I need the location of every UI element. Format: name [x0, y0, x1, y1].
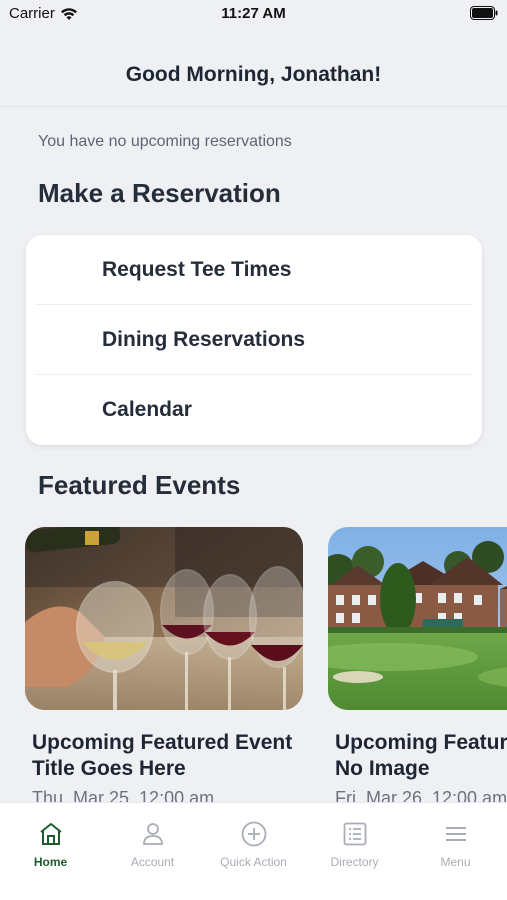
home-icon	[40, 823, 62, 845]
dining-reservations-button[interactable]: Dining Reservations	[35, 305, 473, 375]
no-reservations-text: You have no upcoming reservations	[38, 133, 292, 150]
wine-glasses-image	[25, 527, 303, 710]
event-title: Upcoming Featured Event Title Goes Here	[32, 730, 322, 782]
plus-circle-icon	[241, 821, 267, 847]
list-icon	[343, 822, 367, 846]
tab-label: Menu	[440, 855, 471, 869]
featured-events-heading: Featured Events	[38, 470, 241, 500]
event-title-line-2: Title Goes Here	[32, 757, 186, 780]
event-title: Upcoming Featured Event No Image	[335, 730, 507, 782]
hamburger-icon	[446, 827, 466, 841]
tab-quick-action[interactable]: Quick Action	[203, 803, 304, 883]
person-icon	[143, 823, 163, 845]
tab-directory[interactable]: Directory	[304, 803, 405, 883]
header: Good Morning, Jonathan!	[0, 30, 507, 107]
calendar-button[interactable]: Calendar	[35, 375, 473, 445]
featured-event-card[interactable]: Upcoming Featured Event No Image Fri, Ma…	[328, 527, 507, 808]
reservation-options-card: Request Tee Times Dining Reservations Ca…	[26, 235, 482, 445]
greeting-title: Good Morning, Jonathan!	[125, 63, 382, 86]
tab-bar: Home Account Quick Action Directory Menu	[0, 802, 507, 900]
battery-icon	[470, 6, 498, 20]
featured-event-card[interactable]: Upcoming Featured Event Title Goes Here …	[25, 527, 303, 808]
tab-label: Quick Action	[220, 855, 287, 869]
tab-label: Account	[130, 855, 175, 869]
tab-label: Directory	[330, 855, 379, 869]
request-tee-times-button[interactable]: Request Tee Times	[35, 235, 473, 305]
clubhouse-golf-course-image	[328, 527, 507, 710]
clock: 11:27 AM	[221, 5, 286, 22]
status-bar: Carrier 11:27 AM	[0, 0, 507, 30]
event-title-line-1: Upcoming Featured Event	[335, 731, 507, 754]
tab-home[interactable]: Home	[0, 803, 101, 883]
event-title-line-2: No Image	[335, 757, 430, 780]
tab-account[interactable]: Account	[102, 803, 203, 883]
home-screen: Carrier 11:27 AM Good Morning, Jonathan!…	[0, 0, 507, 900]
tab-label: Home	[33, 855, 68, 869]
event-title-line-1: Upcoming Featured Event	[32, 731, 293, 754]
make-reservation-heading: Make a Reservation	[38, 178, 281, 208]
tab-menu[interactable]: Menu	[405, 803, 506, 883]
